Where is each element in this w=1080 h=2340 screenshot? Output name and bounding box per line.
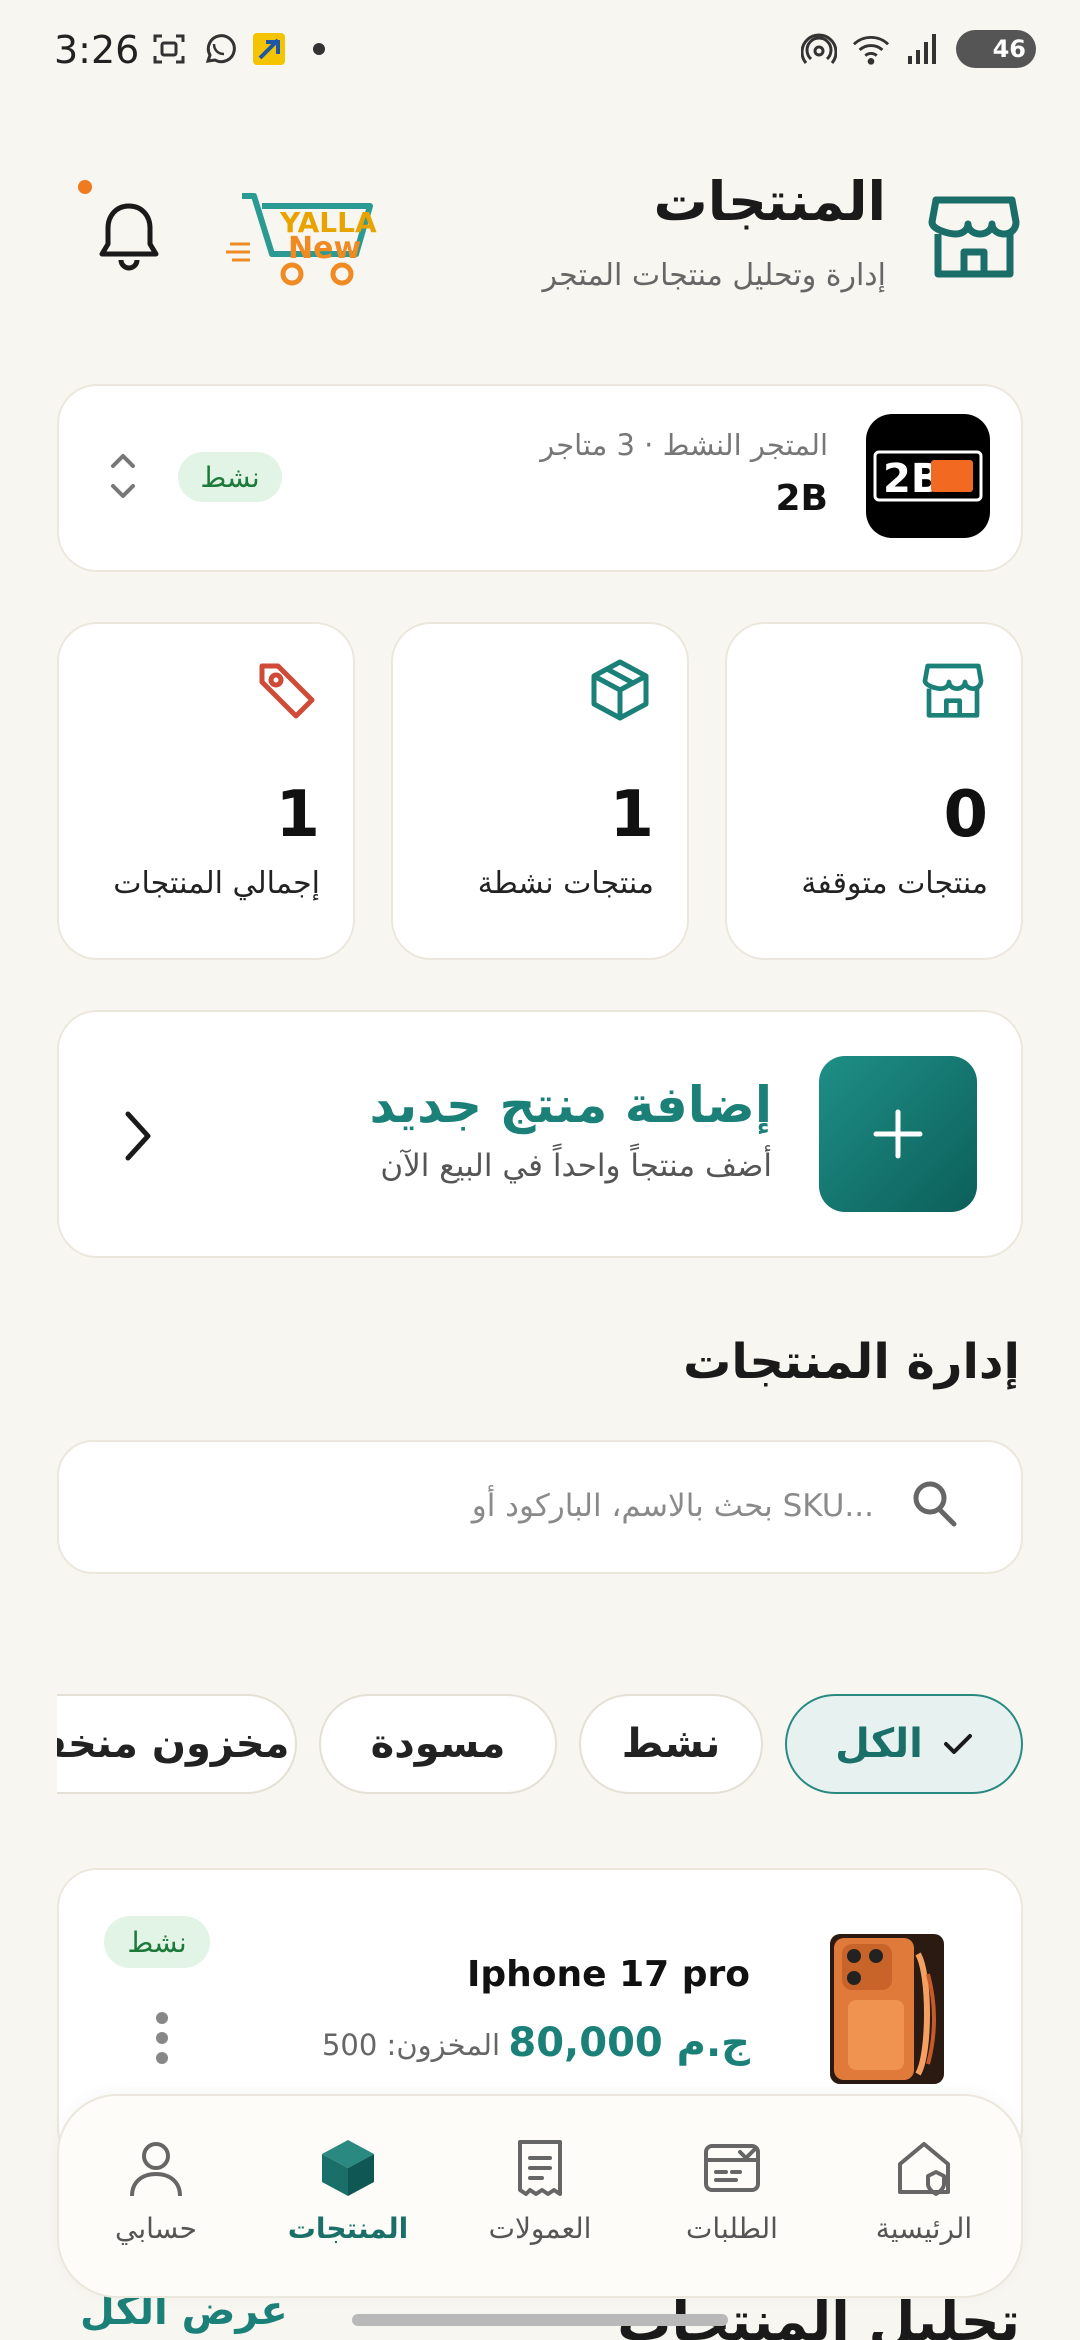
nav-label-home: الرئيسية [875,2212,973,2245]
status-time: 3:26 [54,28,140,72]
filter-chip-all[interactable]: الكل [785,1694,1023,1794]
nav-label-account: حسابي [115,2212,197,2245]
filter-chip-label: مخزون منخفض [57,1721,290,1767]
nav-item-home[interactable]: الرئيسية [834,2136,1014,2245]
stat-value-stopped: 0 [943,778,988,852]
add-product-title: إضافة منتج جديد [369,1076,773,1134]
signal-icon [904,30,942,68]
chevron-right-icon[interactable] [120,1108,156,1164]
stat-label-active: منتجات نشطة [477,866,654,901]
stat-value-active: 1 [609,778,654,852]
status-right-icons: 46 [800,30,1036,68]
filter-chip-label: الكل [835,1721,923,1767]
hotspot-icon [800,30,838,68]
box-icon [588,658,652,722]
cube-icon [322,2140,374,2196]
more-vert-icon[interactable] [154,2010,170,2066]
filter-chip-label: نشط [621,1721,721,1767]
product-name: Iphone 17 pro [467,1954,750,1995]
search-icon [910,1478,960,1530]
nav-label-products: المنتجات [287,2212,409,2245]
store-switch-icon[interactable] [106,446,140,506]
filter-chips: الكل نشط مسودة مخزون منخفض [57,1690,1023,1800]
home-indicator [352,2314,728,2326]
filter-chip-draft[interactable]: مسودة [319,1694,557,1794]
store-icon [928,188,1020,284]
plus-icon [873,1109,923,1159]
user-icon [130,2142,182,2197]
filter-chip-low-stock[interactable]: مخزون منخفض [57,1694,297,1794]
notification-dot [78,180,92,194]
orders-icon [704,2144,760,2192]
tag-icon [254,658,318,722]
nav-label-commissions: العمولات [488,2212,592,2245]
yalla-new-logo: YALLA New [224,186,384,292]
battery-icon: 46 [956,30,1036,68]
stat-value-total: 1 [275,778,320,852]
status-left-icons [150,30,338,68]
filter-chip-label: مسودة [370,1721,506,1767]
whatsapp-icon [200,30,238,68]
add-product-subtitle: أضف منتجاً واحداً في البيع الآن [380,1148,772,1184]
product-status-badge: نشط [104,1916,210,1968]
page-subtitle: إدارة وتحليل منتجات المتجر [542,258,886,293]
nav-item-commissions[interactable]: العمولات [450,2136,630,2245]
nav-item-products[interactable]: المنتجات [258,2136,438,2245]
products-section-title: إدارة المنتجات [683,1334,1020,1390]
screenshot-icon [150,30,188,68]
app-icon [250,30,288,68]
stat-label-stopped: منتجات متوقفة [801,866,988,901]
page-title: المنتجات [653,170,886,233]
search-placeholder: بحث بالاسم، الباركود أو SKU... [471,1488,874,1524]
store-logo: 2B [866,414,990,538]
stat-label-total: إجمالي المنتجات [113,866,320,901]
wifi-icon [852,30,890,68]
store-meta: المتجر النشط · 3 متاجر [540,428,828,462]
receipt-icon [518,2140,562,2196]
logo-text-new: New [288,231,361,266]
nav-item-account[interactable]: حسابي [66,2136,246,2245]
filter-chip-active[interactable]: نشط [579,1694,763,1794]
nav-label-orders: الطلبات [686,2212,778,2245]
bell-icon[interactable] [96,200,162,272]
home-icon [898,2142,950,2196]
product-stock: المخزون: 500 [321,2028,500,2062]
product-price: 80,000 ج.م [508,2020,750,2066]
dot-icon [300,30,338,68]
store-name: 2B [775,478,829,519]
add-product-button[interactable] [819,1056,977,1212]
store-icon [921,658,985,722]
check-icon [943,1734,972,1754]
store-status-badge: نشط [178,452,282,502]
product-image [830,1934,944,2084]
nav-item-orders[interactable]: الطلبات [642,2136,822,2245]
